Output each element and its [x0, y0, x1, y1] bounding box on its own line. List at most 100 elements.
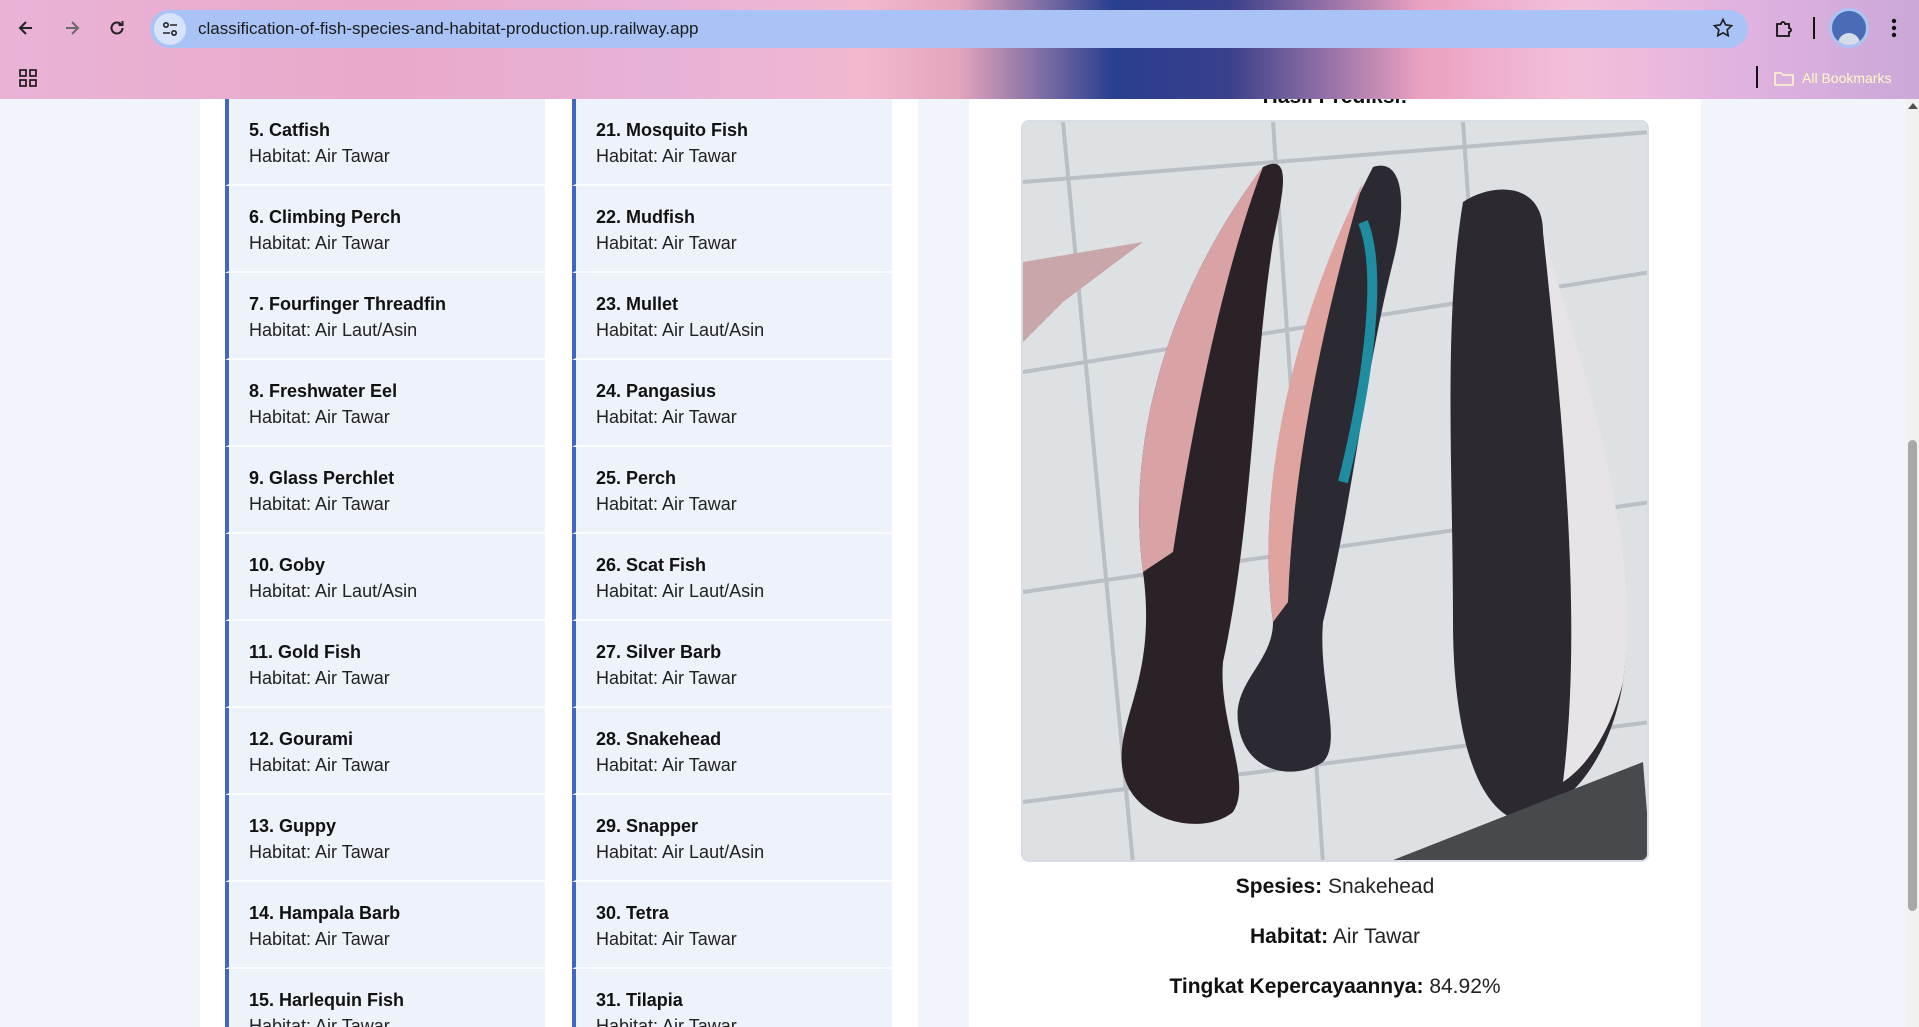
forward-button[interactable]: [56, 12, 88, 44]
fish-habitat: Habitat: Air Tawar: [249, 929, 390, 949]
extensions-button[interactable]: [1768, 12, 1800, 44]
fish-habitat: Habitat: Air Tawar: [596, 755, 737, 775]
fish-habitat: Habitat: Air Tawar: [249, 233, 390, 253]
fish-name: 29. Snapper: [596, 816, 699, 836]
fish-habitat: Habitat: Air Tawar: [249, 146, 390, 166]
fish-list-item: 8. Freshwater Eel Habitat: Air Tawar: [225, 360, 545, 447]
fish-name: 25. Perch: [596, 468, 677, 488]
browser-toolbar: classification-of-fish-species-and-habit…: [0, 0, 1919, 56]
fish-list-item: 27. Silver Barb Habitat: Air Tawar: [572, 621, 892, 708]
fish-list-item: 28. Snakehead Habitat: Air Tawar: [572, 708, 892, 795]
arrow-right-icon: [66, 21, 80, 35]
fish-name: 14. Hampala Barb: [249, 903, 401, 923]
fish-list-item: 26. Scat Fish Habitat: Air Laut/Asin: [572, 534, 892, 621]
fish-habitat: Habitat: Air Laut/Asin: [596, 842, 765, 862]
page-content: 5. Catfish Habitat: Air Tawar 6. Climbing …: [0, 99, 1906, 1027]
more-vertical-icon: [1891, 18, 1897, 38]
fish-list-item: 9. Glass Perchlet Habitat: Air Tawar: [225, 447, 545, 534]
fish-list-item: 24. Pangasius Habitat: Air Tawar: [572, 360, 892, 447]
fish-list-item: 22. Mudfish Habitat: Air Tawar: [572, 186, 892, 273]
apps-grid-icon[interactable]: [14, 64, 42, 92]
fish-name: 6. Climbing Perch: [249, 207, 402, 227]
fish-list-item: 23. Mullet Habitat: Air Laut/Asin: [572, 273, 892, 360]
url-text[interactable]: classification-of-fish-species-and-habit…: [198, 19, 699, 39]
species-result: Spesies: Snakehead: [969, 875, 1701, 899]
fish-name: 5. Catfish: [249, 120, 331, 140]
fish-habitat: Habitat: Air Tawar: [596, 668, 737, 688]
fish-list-column-2: 21. Mosquito Fish Habitat: Air Tawar 22. M…: [572, 99, 892, 1027]
fish-habitat: Habitat: Air Laut/Asin: [249, 320, 418, 340]
fish-habitat: Habitat: Air Tawar: [249, 407, 390, 427]
confidence-result: Tingkat Kepercayaannya: 84.92%: [969, 975, 1701, 999]
fish-name: 21. Mosquito Fish: [596, 120, 749, 140]
fish-name: 9. Glass Perchlet: [249, 468, 395, 488]
fish-list-column-1: 5. Catfish Habitat: Air Tawar 6. Climbing …: [225, 99, 545, 1027]
fish-name: 23. Mullet: [596, 294, 679, 314]
fish-list-item: 5. Catfish Habitat: Air Tawar: [225, 99, 545, 186]
bookmarks-divider: [1756, 66, 1758, 88]
confidence-label: Tingkat Kepercayaannya:: [1169, 975, 1424, 998]
fish-list-item: 10. Goby Habitat: Air Laut/Asin: [225, 534, 545, 621]
habitat-label: Habitat:: [1250, 925, 1329, 948]
scroll-up-icon[interactable]: [1908, 103, 1918, 109]
fish-list-item: 15. Harlequin Fish Habitat: Air Tawar: [225, 969, 545, 1027]
fish-habitat: Habitat: Air Tawar: [596, 146, 737, 166]
arrow-left-icon: [18, 21, 32, 35]
fish-list-item: 21. Mosquito Fish Habitat: Air Tawar: [572, 99, 892, 186]
result-title: Hasil Prediksi:: [969, 99, 1701, 109]
fish-name: 28. Snakehead: [596, 729, 722, 749]
page-scrollbar[interactable]: [1906, 99, 1919, 1027]
fish-name: 7. Fourfinger Threadfin: [249, 294, 447, 314]
toolbar-divider: [1813, 17, 1815, 39]
fish-habitat: Habitat: Air Laut/Asin: [596, 320, 765, 340]
bookmark-star-icon[interactable]: [1712, 17, 1734, 44]
fish-habitat: Habitat: Air Tawar: [596, 1016, 737, 1027]
confidence-value: 84.92%: [1429, 975, 1501, 998]
fish-list-item: 31. Tilapia Habitat: Air Tawar: [572, 969, 892, 1027]
bookmarks-bar: All Bookmarks: [0, 56, 1919, 99]
all-bookmarks-label: All Bookmarks: [1802, 70, 1892, 86]
fish-name: 13. Guppy: [249, 816, 337, 836]
fish-list-panel: 5. Catfish Habitat: Air Tawar 6. Climbing …: [200, 99, 918, 1027]
fish-list-item: 11. Gold Fish Habitat: Air Tawar: [225, 621, 545, 708]
fish-habitat: Habitat: Air Tawar: [596, 929, 737, 949]
fish-habitat: Habitat: Air Tawar: [596, 494, 737, 514]
profile-avatar[interactable]: [1829, 8, 1869, 48]
fish-name: 15. Harlequin Fish: [249, 990, 405, 1010]
habitat-value: Air Tawar: [1332, 925, 1420, 948]
address-bar[interactable]: classification-of-fish-species-and-habit…: [150, 10, 1748, 48]
fish-list-item: 12. Gourami Habitat: Air Tawar: [225, 708, 545, 795]
fish-habitat: Habitat: Air Tawar: [596, 407, 737, 427]
folder-icon: [1774, 72, 1794, 86]
fish-list-item: 14. Hampala Barb Habitat: Air Tawar: [225, 882, 545, 969]
fish-habitat: Habitat: Air Tawar: [249, 1016, 390, 1027]
reload-button[interactable]: [101, 12, 133, 44]
fish-habitat: Habitat: Air Tawar: [249, 494, 390, 514]
browser-chrome: classification-of-fish-species-and-habit…: [0, 0, 1919, 99]
uploaded-fish-image: [1021, 120, 1649, 862]
fish-habitat: Habitat: Air Tawar: [596, 233, 737, 253]
species-value: Snakehead: [1327, 875, 1435, 898]
habitat-result: Habitat: Air Tawar: [969, 925, 1701, 949]
fish-habitat: Habitat: Air Tawar: [249, 755, 390, 775]
browser-menu-button[interactable]: [1880, 12, 1908, 44]
fish-habitat: Habitat: Air Tawar: [249, 668, 390, 688]
fish-habitat: Habitat: Air Tawar: [249, 842, 390, 862]
species-label: Spesies:: [1235, 875, 1323, 898]
fish-list-item: 30. Tetra Habitat: Air Tawar: [572, 882, 892, 969]
fish-name: 8. Freshwater Eel: [249, 381, 398, 401]
fish-list-item: 25. Perch Habitat: Air Tawar: [572, 447, 892, 534]
fish-name: 12. Gourami: [249, 729, 354, 749]
site-settings-icon[interactable]: [154, 13, 186, 45]
all-bookmarks-button[interactable]: All Bookmarks: [1774, 64, 1891, 92]
back-button[interactable]: [10, 12, 42, 44]
fish-habitat: Habitat: Air Laut/Asin: [596, 581, 765, 601]
fish-name: 31. Tilapia: [596, 990, 683, 1010]
puzzle-icon: [1776, 21, 1792, 37]
prediction-result-panel: Hasil Prediksi:: [969, 99, 1701, 1027]
fish-name: 11. Gold Fish: [249, 642, 362, 662]
scroll-thumb[interactable]: [1908, 440, 1917, 911]
fish-list-item: 13. Guppy Habitat: Air Tawar: [225, 795, 545, 882]
fish-name: 30. Tetra: [596, 903, 669, 923]
fish-name: 22. Mudfish: [596, 207, 696, 227]
